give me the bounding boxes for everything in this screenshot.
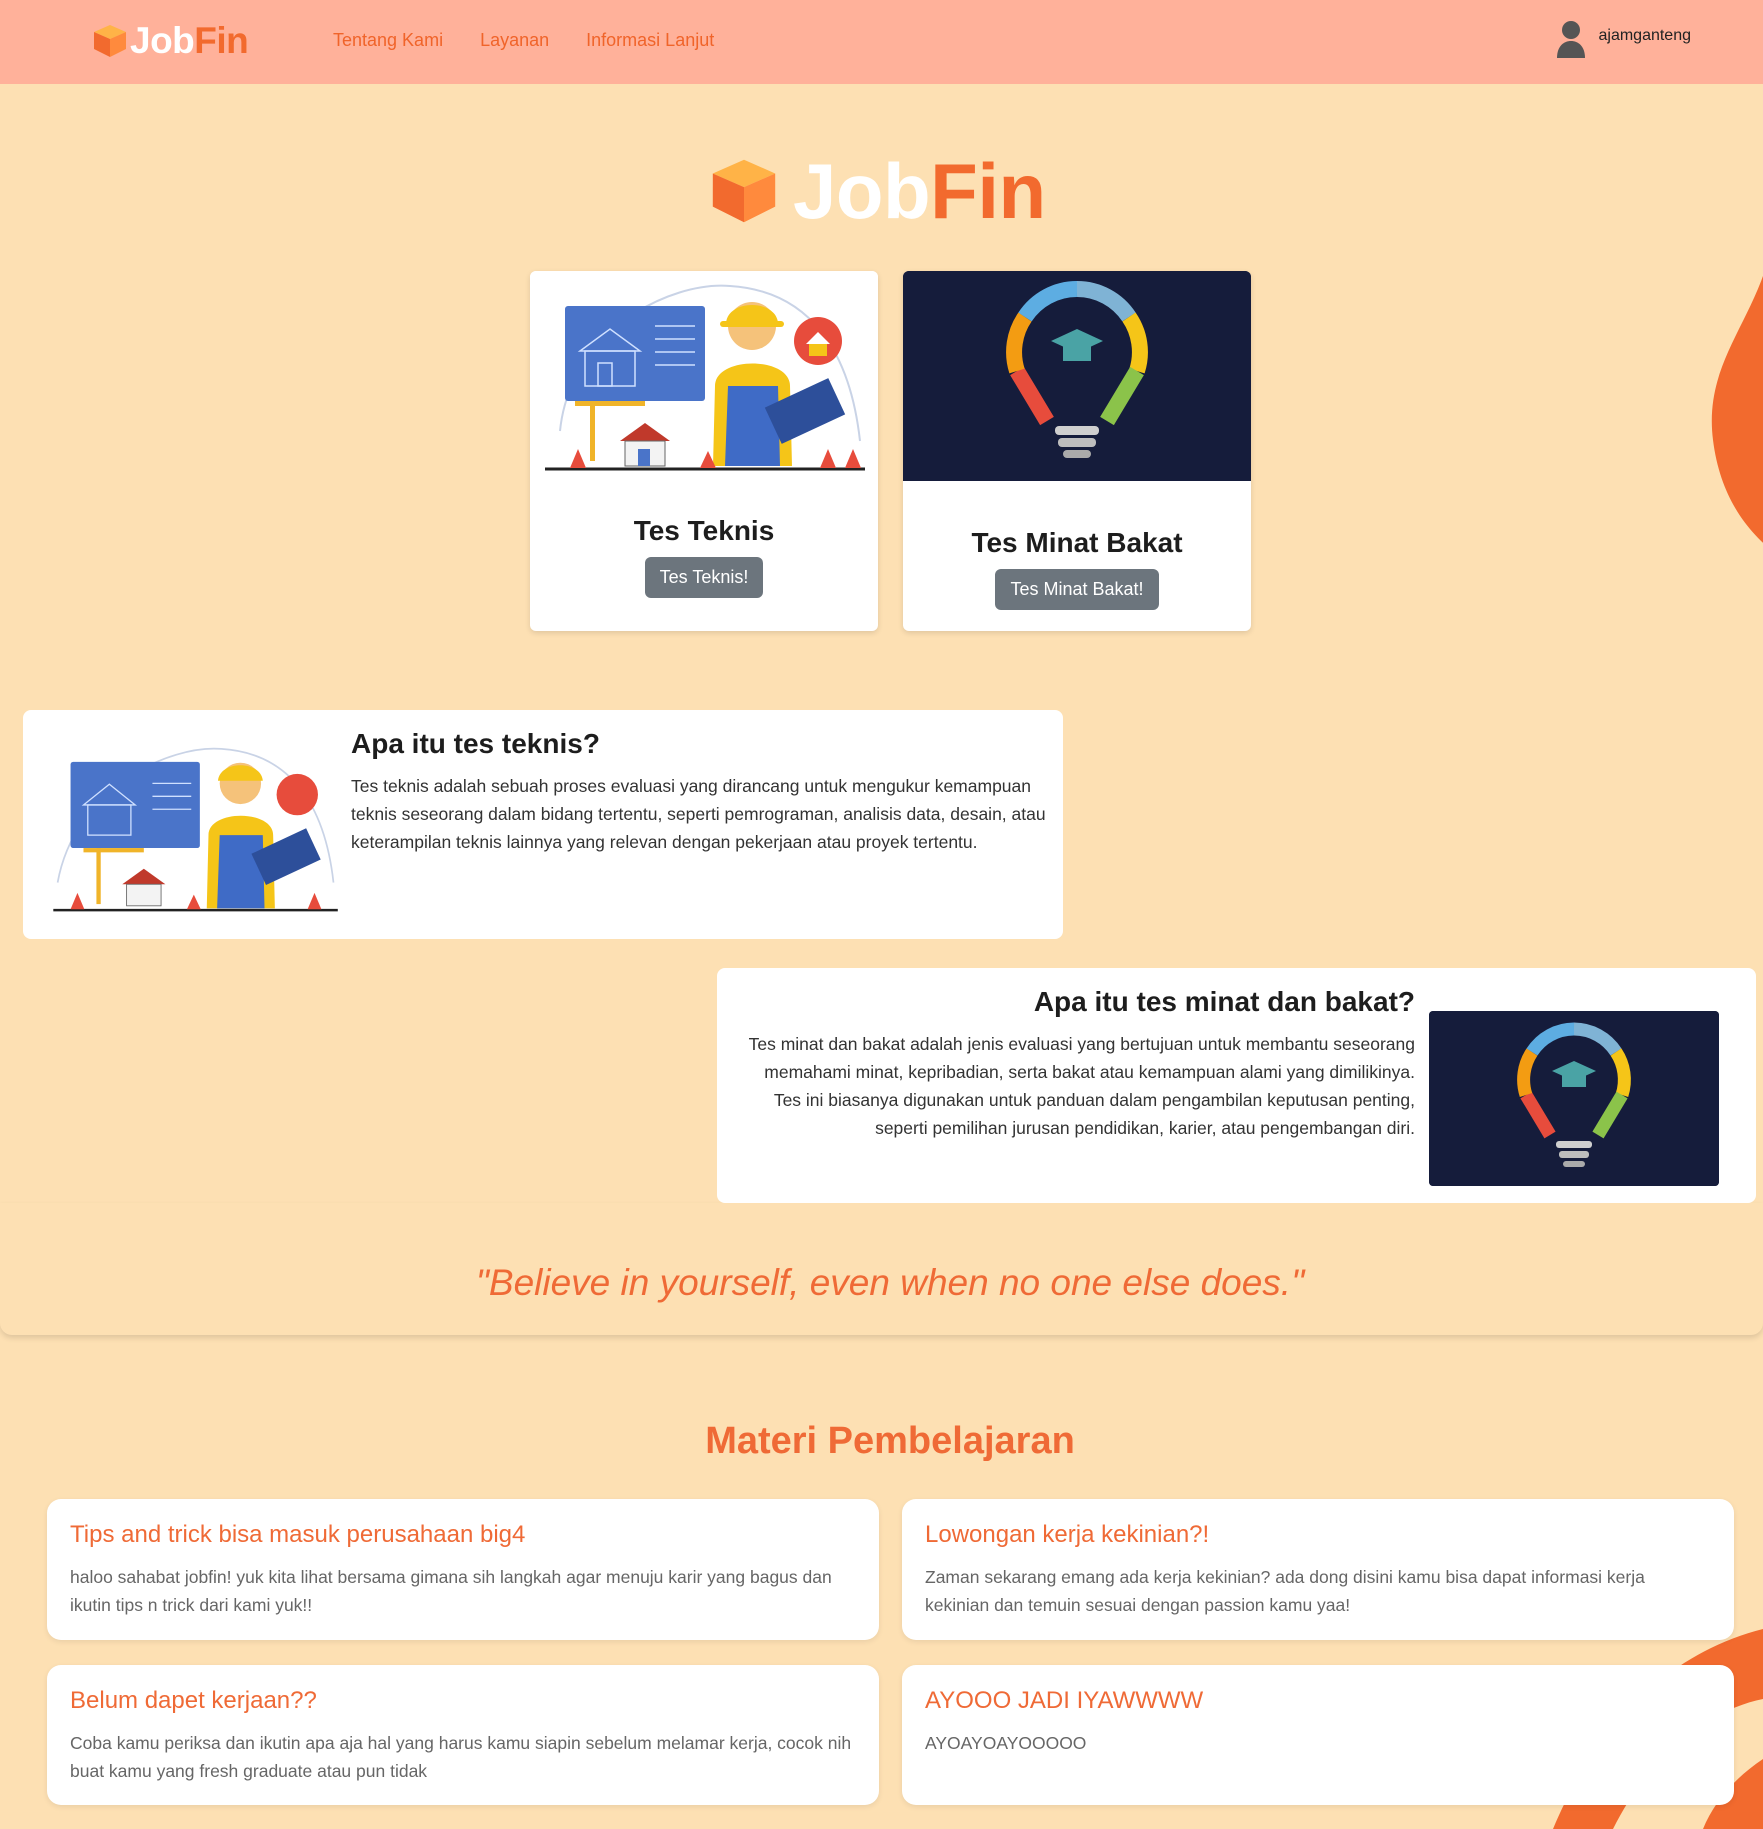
materi-card[interactable]: Tips and trick bisa masuk perusahaan big…: [47, 1499, 879, 1640]
materi-card-title[interactable]: AYOOO JADI IYAWWWW: [925, 1687, 1711, 1715]
user-menu[interactable]: ajamganteng: [1556, 20, 1691, 58]
user-icon: [1557, 21, 1586, 58]
cube-logo-icon: [94, 24, 126, 57]
info-tes-minat-description: Tes minat dan bakat adalah jenis evaluas…: [748, 1034, 1415, 1138]
materi-card-title[interactable]: Tips and trick bisa masuk perusahaan big…: [70, 1521, 856, 1549]
tes-teknis-button[interactable]: Tes Teknis!: [644, 557, 764, 598]
materi-card[interactable]: Lowongan kerja kekinian?! Zaman sekarang…: [902, 1499, 1734, 1640]
materi-card-description: Coba kamu periksa dan ikutin apa aja hal…: [70, 1733, 852, 1781]
materi-card-title[interactable]: Lowongan kerja kekinian?!: [925, 1521, 1711, 1549]
materi-card[interactable]: AYOOO JADI IYAWWWW AYOAYOAYOOOOO: [902, 1665, 1734, 1805]
materi-section-title: Materi Pembelajaran: [705, 1420, 1075, 1462]
brand-fin: Fin: [194, 20, 249, 61]
nav-link-layanan[interactable]: Layanan: [480, 30, 549, 51]
test-card-title: Tes Teknis: [633, 515, 775, 546]
navbar-logo[interactable]: JobFin: [90, 20, 249, 61]
hero-logo: JobFin: [705, 152, 1046, 230]
info-tes-minat-bakat: Apa itu tes minat dan bakat? Tes minat d…: [717, 968, 1756, 1203]
decorative-blob-right: [1711, 275, 1763, 543]
info-tes-teknis: Apa itu tes teknis? Tes teknis adalah se…: [23, 710, 1063, 939]
lightbulb-education-illustration: [1429, 1011, 1719, 1186]
test-card-minat-bakat: Tes Minat Bakat Tes Minat Bakat!: [903, 271, 1251, 631]
hero-brand-job: Job: [793, 147, 931, 235]
motivational-quote: "Believe in yourself, even when no one e…: [475, 1262, 1305, 1303]
nav-links: Tentang Kami Layanan Informasi Lanjut: [333, 30, 714, 51]
brand-job: Job: [130, 20, 195, 61]
info-tes-teknis-description: Tes teknis adalah sebuah proses evaluasi…: [351, 776, 1046, 852]
test-card-teknis: Tes Teknis Tes Teknis!: [530, 271, 878, 631]
nav-link-tentang-kami[interactable]: Tentang Kami: [333, 30, 443, 51]
nav-link-informasi-lanjut[interactable]: Informasi Lanjut: [586, 30, 714, 51]
info-tes-minat-text: Apa itu tes minat dan bakat? Tes minat d…: [747, 986, 1415, 1142]
cube-logo-icon: [712, 159, 776, 223]
materi-card-description: AYOAYOAYOOOOO: [925, 1733, 1087, 1753]
engineer-illustration: [530, 271, 878, 481]
engineer-illustration: [49, 735, 349, 918]
username: ajamganteng: [1598, 27, 1691, 44]
info-tes-teknis-text: Apa itu tes teknis? Tes teknis adalah se…: [351, 728, 1051, 856]
tes-minat-bakat-button[interactable]: Tes Minat Bakat!: [995, 569, 1159, 610]
lightbulb-education-illustration: [903, 271, 1251, 481]
test-card-title: Tes Minat Bakat: [971, 527, 1183, 558]
materi-card[interactable]: Belum dapet kerjaan?? Coba kamu periksa …: [47, 1665, 879, 1805]
brand-name: JobFin: [130, 20, 249, 61]
materi-card-title[interactable]: Belum dapet kerjaan??: [70, 1687, 856, 1715]
materi-card-description: Zaman sekarang emang ada kerja kekinian?…: [925, 1567, 1645, 1615]
navbar: JobFin Tentang Kami Layanan Informasi La…: [0, 0, 1763, 84]
info-tes-minat-title: Apa itu tes minat dan bakat?: [1033, 986, 1415, 1017]
hero-brand-fin: Fin: [930, 147, 1046, 235]
info-tes-teknis-title: Apa itu tes teknis?: [351, 728, 600, 759]
hero-brand-name: JobFin: [793, 152, 1046, 230]
materi-card-description: haloo sahabat jobfin! yuk kita lihat ber…: [70, 1567, 832, 1615]
